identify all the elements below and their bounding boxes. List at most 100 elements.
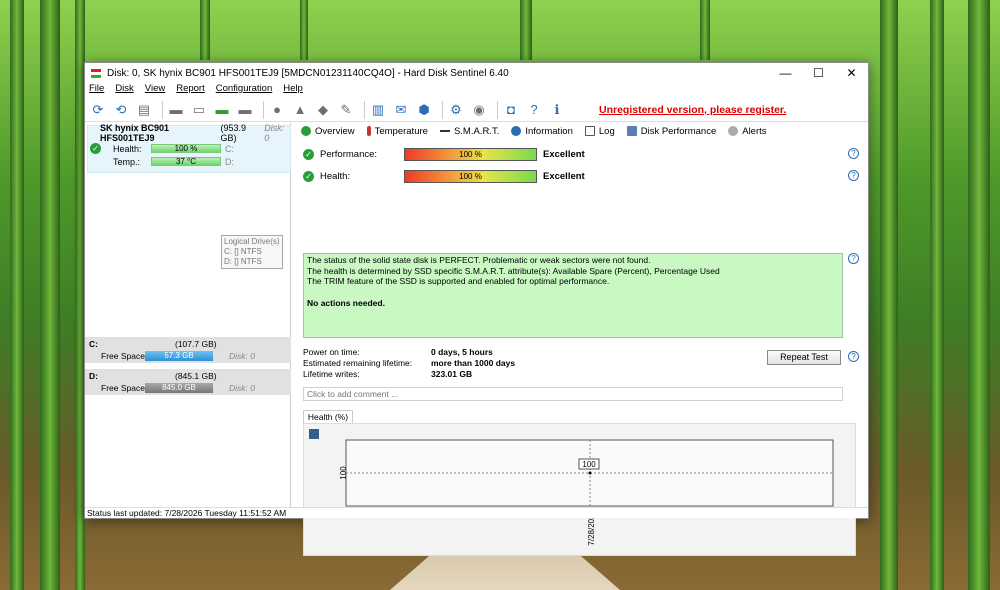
tab-log[interactable]: Log: [584, 126, 615, 137]
disk-info-block: Power on time: 0 days, 5 hours Estimated …: [303, 347, 515, 380]
help-icon[interactable]: ?: [848, 170, 859, 181]
tab-bar: Overview Temperature S.M.A.R.T. Informat…: [293, 123, 870, 139]
app-window: Disk: 0, SK hynix BC901 HFS001TEJ9 [5MDC…: [84, 62, 870, 556]
minimize-button[interactable]: —: [769, 63, 802, 83]
tab-temperature[interactable]: Temperature: [366, 126, 428, 137]
repeat-test-button[interactable]: Repeat Test: [767, 350, 841, 365]
health-rating: Excellent: [543, 171, 585, 182]
close-button[interactable]: ✕: [835, 63, 868, 83]
info-icon[interactable]: ℹ: [548, 101, 566, 119]
status-action: No actions needed.: [307, 297, 385, 308]
menu-report[interactable]: Report: [176, 83, 205, 97]
eject-icon[interactable]: ▲: [291, 101, 309, 119]
tab-smart[interactable]: S.M.A.R.T.: [439, 126, 499, 137]
maximize-button[interactable]: ☐: [802, 63, 835, 83]
alert-icon: [728, 126, 739, 136]
menu-bar: File Disk View Report Configuration Help: [85, 83, 868, 97]
free-space-bar: 57.3 GB: [145, 351, 213, 361]
health-label: Health:: [113, 143, 142, 154]
lifetime-writes-value: 323.01 GB: [431, 369, 473, 379]
remaining-lifetime-label: Estimated remaining lifetime:: [303, 358, 413, 368]
window-title: Disk: 0, SK hynix BC901 HFS001TEJ9 [5MDC…: [107, 67, 509, 79]
menu-configuration[interactable]: Configuration: [216, 83, 273, 97]
status-text-box: The status of the solid state disk is PE…: [303, 253, 843, 338]
disk-info-icon[interactable]: ▭: [190, 101, 208, 119]
health-label: Health:: [320, 171, 351, 182]
tooltip-line-c: C: [] NTFS: [224, 247, 262, 256]
disk-size: (953.9 GB): [220, 123, 247, 143]
performance-rating: Excellent: [543, 149, 585, 160]
left-temp-bar: 37 °C: [151, 157, 221, 166]
tools-icon[interactable]: ✎: [337, 101, 355, 119]
report-icon[interactable]: ▥: [369, 101, 387, 119]
drive-d-panel[interactable]: D: (845.1 GB) Free Space 845.0 GB Disk: …: [85, 369, 291, 395]
menu-disk[interactable]: Disk: [115, 83, 133, 97]
temp-label: Temp.:: [113, 156, 141, 167]
check-icon: [301, 126, 311, 136]
y-tick-label: 100: [339, 466, 348, 480]
tab-disk-performance[interactable]: Disk Performance: [626, 126, 716, 137]
menu-view[interactable]: View: [145, 83, 165, 97]
data-point: [588, 471, 592, 475]
drive-disk-index: Disk: 0: [229, 383, 255, 393]
drive-c-label: C:: [225, 143, 234, 154]
remaining-lifetime-value: more than 1000 days: [431, 358, 516, 368]
check-icon: ✓: [303, 171, 314, 182]
help-icon[interactable]: ?: [848, 351, 859, 362]
tooltip-line-d: D: [] NTFS: [224, 257, 262, 266]
health-row: ✓ Health: 100 % Excellent: [303, 170, 585, 183]
health-ok-icon: ✓: [90, 143, 101, 154]
help-icon[interactable]: ?: [848, 148, 859, 159]
drive-letter: D:: [89, 370, 98, 381]
disk-entry-selected[interactable]: SK hynix BC901 HFS001TEJ9 (953.9 GB) Dis…: [87, 123, 291, 173]
disk-name: SK hynix BC901 HFS001TEJ9: [100, 123, 170, 143]
drive-letter: C:: [89, 338, 98, 349]
menu-help[interactable]: Help: [283, 83, 303, 97]
help-icon[interactable]: ?: [848, 253, 859, 264]
drive-c-panel[interactable]: C: (107.7 GB) Free Space 57.3 GB Disk: 0: [85, 337, 291, 363]
tab-information[interactable]: Information: [511, 126, 573, 137]
disk-list-icon[interactable]: ▤: [135, 101, 153, 119]
logical-drives-tooltip: Logical Drive(s) C: [] NTFS D: [] NTFS: [221, 235, 283, 269]
status-bar: Status last updated: 7/28/2026 Tuesday 1…: [85, 507, 868, 518]
refresh-all-icon[interactable]: ⟲: [112, 101, 130, 119]
details-pane: Overview Temperature S.M.A.R.T. Informat…: [293, 123, 870, 556]
point-label: 100: [582, 460, 596, 469]
disk-ok-icon[interactable]: ▬: [213, 101, 231, 119]
health-chart-svg: 100 100 7/28/2026: [339, 439, 834, 546]
settings-icon[interactable]: ⚙: [447, 101, 465, 119]
toolbar: ⟳ ⟲ ▤ ▬ ▭ ▬ ▬ ● ▲ ◆ ✎ ▥ ✉ ⬢ ⚙ ◉ ◘ ? ℹ Un…: [85, 98, 868, 122]
drive-d-label: D:: [225, 156, 234, 167]
free-space-bar: 845.0 GB: [145, 383, 213, 393]
tooltip-title: Logical Drive(s): [224, 237, 280, 246]
unregistered-link[interactable]: Unregistered version, please register.: [599, 104, 786, 116]
disk-index: Disk: 0: [264, 123, 285, 143]
app-icon: [91, 68, 101, 78]
tab-alerts[interactable]: Alerts: [728, 126, 767, 137]
chart-icon: [626, 126, 637, 136]
log-icon: [584, 126, 595, 136]
info-icon: [511, 126, 522, 136]
help-icon[interactable]: ?: [525, 101, 543, 119]
disk-list-pane: SK hynix BC901 HFS001TEJ9 (953.9 GB) Dis…: [85, 123, 291, 509]
refresh-icon[interactable]: ⟳: [89, 101, 107, 119]
network-icon[interactable]: ⬢: [415, 101, 433, 119]
menu-file[interactable]: File: [89, 83, 104, 97]
lifetime-writes-label: Lifetime writes:: [303, 369, 360, 379]
left-health-bar: 100 %: [151, 144, 221, 153]
backup-icon[interactable]: ◆: [314, 101, 332, 119]
drive-disk-index: Disk: 0: [229, 351, 255, 361]
email-icon[interactable]: ✉: [392, 101, 410, 119]
health-chart: 100 100 7/28/2026: [303, 423, 856, 556]
surface-test-icon[interactable]: ●: [268, 101, 286, 119]
disk-test-icon[interactable]: ▬: [167, 101, 185, 119]
check-icon: ✓: [303, 149, 314, 160]
sound-icon[interactable]: ◉: [470, 101, 488, 119]
status-line: The TRIM feature of the SSD is supported…: [307, 276, 610, 286]
comment-input[interactable]: Click to add comment ...: [303, 387, 843, 401]
disk-alert-icon[interactable]: ▬: [236, 101, 254, 119]
tab-overview[interactable]: Overview: [301, 126, 355, 137]
tab-health-chart[interactable]: Health (%): [303, 410, 353, 423]
screenshot-icon[interactable]: ◘: [502, 101, 520, 119]
dash-icon: [439, 130, 450, 132]
